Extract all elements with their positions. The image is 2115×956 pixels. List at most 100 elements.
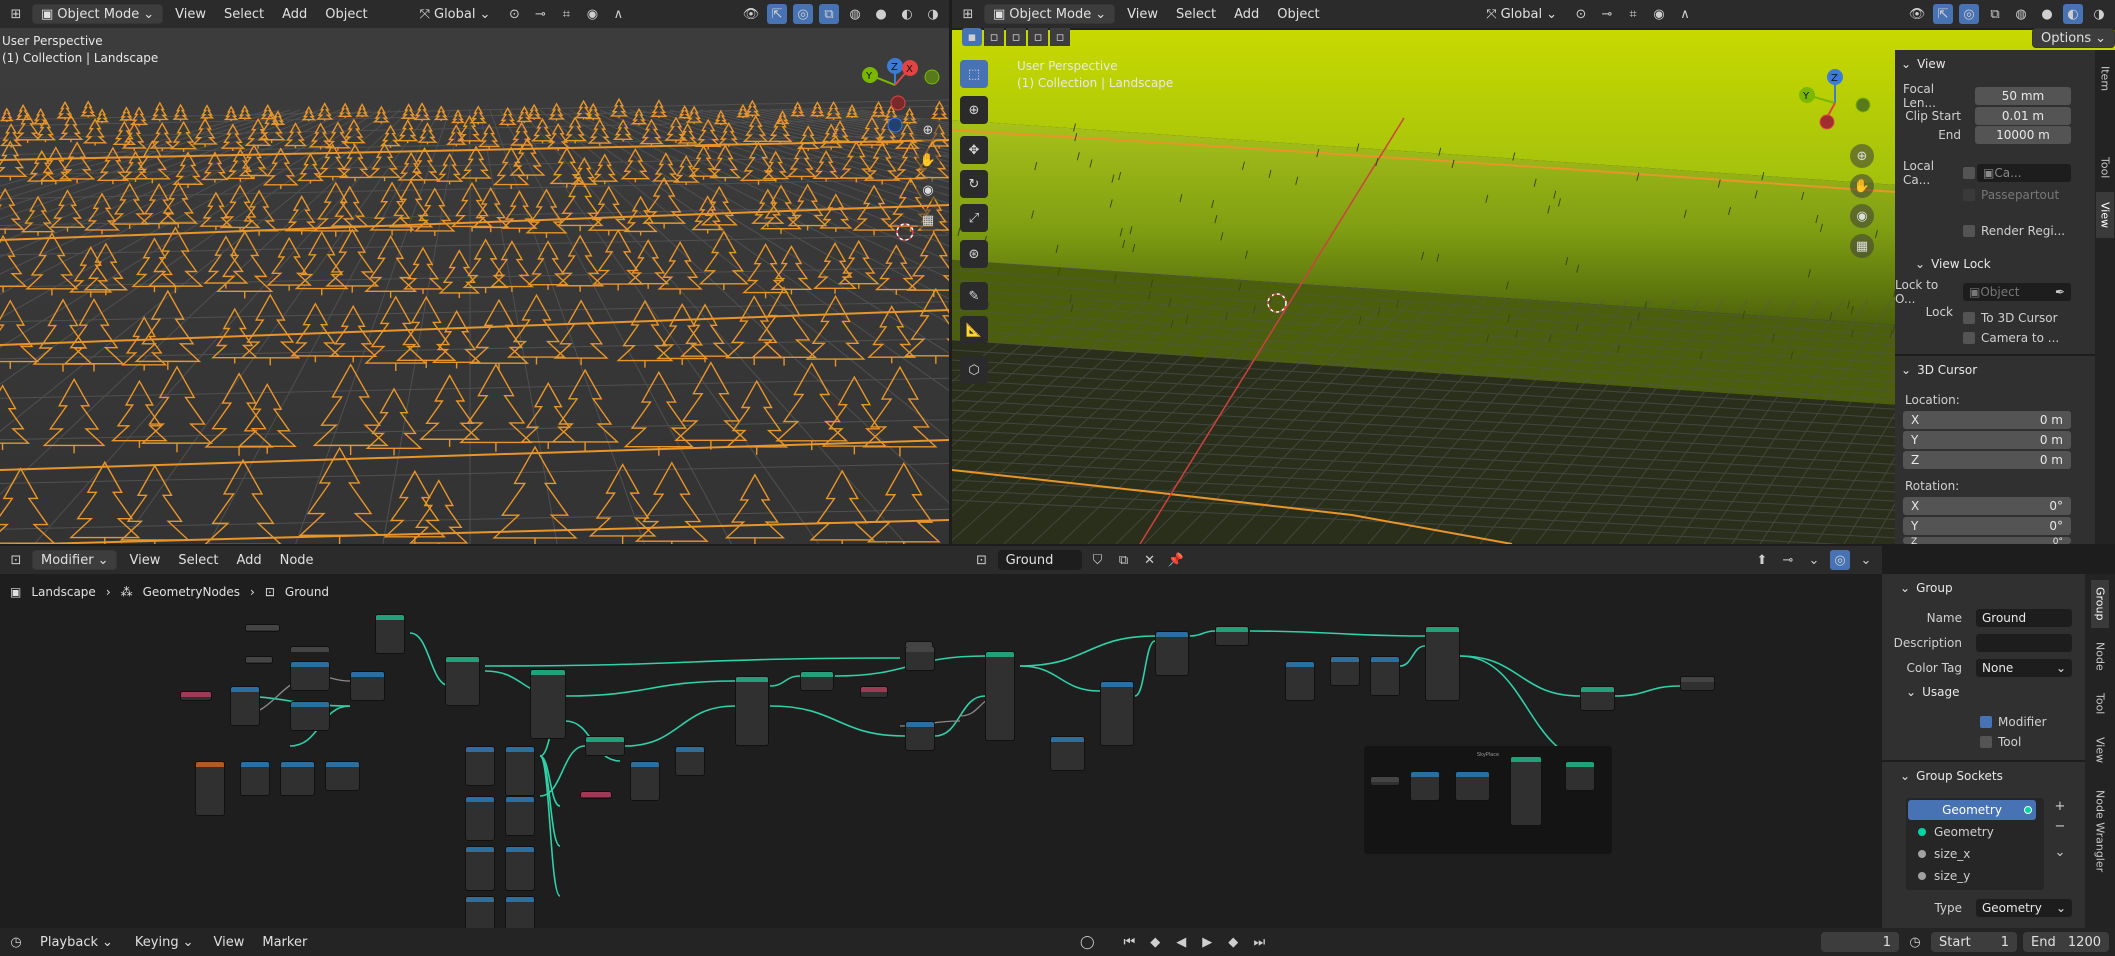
hand-pan-icon[interactable]: ✋: [1850, 174, 1874, 198]
rendered-shading-icon[interactable]: ◑: [2089, 4, 2109, 24]
transform-tool-icon[interactable]: ⊛: [960, 240, 988, 268]
socket-type-dropdown[interactable]: Geometry ⌄: [1976, 899, 2072, 917]
node[interactable]: [465, 746, 495, 786]
node-tree-type-selector[interactable]: Modifier ⌄: [32, 550, 118, 570]
tab-view[interactable]: View: [2096, 192, 2114, 238]
node[interactable]: [445, 656, 480, 706]
preview-range-icon[interactable]: ◷: [1905, 932, 1925, 952]
xray-icon[interactable]: ⧉: [1985, 4, 2005, 24]
cursor-rotation-y[interactable]: Y 0°: [1903, 517, 2071, 535]
color-tag-dropdown[interactable]: None ⌄: [1976, 659, 2072, 677]
scale-tool-icon[interactable]: ⤢: [960, 204, 988, 232]
tab-tool[interactable]: Tool: [2091, 684, 2109, 724]
tab-view[interactable]: View: [2091, 730, 2109, 770]
material-shading-icon[interactable]: ◐: [897, 4, 917, 24]
node[interactable]: [1580, 686, 1615, 711]
node[interactable]: [800, 671, 834, 691]
node[interactable]: [505, 896, 535, 928]
3d-cursor-header[interactable]: ⌄ 3D Cursor: [1901, 358, 1977, 382]
left-viewport[interactable]: User Perspective (1) Collection | Landsc…: [0, 0, 949, 544]
visibility-icon[interactable]: 👁: [1907, 4, 1927, 24]
breadcrumb-group[interactable]: Ground: [285, 585, 329, 599]
node[interactable]: [1100, 681, 1134, 746]
select-intersect-icon[interactable]: ▫: [1050, 28, 1070, 46]
solid-shading-icon[interactable]: ●: [871, 4, 891, 24]
node[interactable]: [465, 796, 495, 841]
play-icon[interactable]: ▶: [1197, 932, 1217, 952]
node[interactable]: [290, 646, 330, 652]
group-name-field[interactable]: Ground: [1976, 609, 2072, 627]
zoom-icon[interactable]: ⊕: [916, 118, 940, 142]
zoom-icon[interactable]: ⊕: [1850, 144, 1874, 168]
node[interactable]: [860, 686, 888, 698]
node[interactable]: [630, 761, 660, 801]
tab-node-wrangler[interactable]: Node Wrangler: [2091, 776, 2109, 886]
pivot-icon[interactable]: ⊙: [504, 4, 524, 24]
passepartout-checkbox[interactable]: [1963, 189, 1975, 201]
node[interactable]: [350, 671, 385, 701]
eyedropper-icon[interactable]: ✒: [2055, 285, 2065, 299]
menu-marker[interactable]: Marker: [256, 935, 313, 950]
current-frame-field[interactable]: 1: [1821, 932, 1899, 952]
node[interactable]: [1510, 756, 1542, 826]
node[interactable]: [1370, 656, 1400, 696]
menu-view[interactable]: View: [1121, 7, 1164, 22]
camera-icon[interactable]: ◉: [916, 178, 940, 202]
menu-select[interactable]: Select: [1170, 7, 1222, 22]
snap-menu-icon[interactable]: ⌄: [1804, 550, 1824, 570]
hand-pan-icon[interactable]: ✋: [916, 148, 940, 172]
tab-group[interactable]: Group: [2091, 580, 2109, 628]
overlay-menu-icon[interactable]: ⌄: [1856, 550, 1876, 570]
select-subtract-icon[interactable]: ▫: [1006, 28, 1026, 46]
measure-tool-icon[interactable]: 📐: [960, 316, 988, 344]
node[interactable]: [1370, 776, 1400, 786]
editor-type-icon[interactable]: ⊞: [6, 4, 26, 24]
node[interactable]: [375, 614, 405, 654]
node[interactable]: [505, 796, 535, 836]
jump-start-icon[interactable]: ⏮: [1119, 932, 1139, 952]
breadcrumb-modifier[interactable]: GeometryNodes: [143, 585, 240, 599]
overlay-toggle-icon[interactable]: ◎: [1830, 550, 1850, 570]
node[interactable]: [985, 651, 1015, 741]
node[interactable]: [465, 846, 495, 891]
node[interactable]: [505, 746, 535, 796]
proportional-edit-icon[interactable]: ◉: [1649, 4, 1669, 24]
node[interactable]: [905, 721, 935, 751]
clip-start-field[interactable]: 0.01 m: [1975, 107, 2071, 125]
node[interactable]: [325, 761, 360, 791]
snap-target-icon[interactable]: ⌗: [1623, 4, 1643, 24]
node[interactable]: [1455, 771, 1490, 801]
node[interactable]: [735, 676, 769, 746]
snap-icon[interactable]: ⊸: [1597, 4, 1617, 24]
cursor-location-z[interactable]: Z 0 m: [1903, 451, 2071, 469]
socket-menu-icon[interactable]: ⌄: [2050, 842, 2070, 862]
rendered-shading-icon[interactable]: ◑: [923, 4, 943, 24]
wireframe-shading-icon[interactable]: ◍: [845, 4, 865, 24]
pivot-icon[interactable]: ⊙: [1571, 4, 1591, 24]
options-dropdown[interactable]: Options ⌄: [2032, 28, 2115, 48]
snap-icon[interactable]: ⊸: [530, 4, 550, 24]
local-camera-field[interactable]: ▣ Ca...: [1977, 164, 2071, 182]
node[interactable]: [675, 746, 705, 776]
solid-shading-icon[interactable]: ●: [2037, 4, 2057, 24]
start-frame-field[interactable]: Start 1: [1931, 932, 2017, 952]
visibility-icon[interactable]: 👁: [741, 4, 761, 24]
node[interactable]: [195, 761, 225, 816]
group-section-header[interactable]: ⌄ Group: [1900, 576, 1953, 600]
menu-node[interactable]: Node: [274, 553, 320, 568]
node[interactable]: [585, 736, 625, 756]
node[interactable]: [1285, 661, 1315, 701]
tool-checkbox[interactable]: [1980, 736, 1992, 748]
node[interactable]: [240, 761, 270, 796]
editor-type-icon[interactable]: ⊡: [6, 550, 26, 570]
grid-ortho-icon[interactable]: ▦: [916, 208, 940, 232]
node[interactable]: [1565, 761, 1595, 791]
end-frame-field[interactable]: End 1200: [2023, 932, 2109, 952]
tab-node[interactable]: Node: [2091, 634, 2109, 678]
node[interactable]: [530, 669, 566, 739]
falloff-icon[interactable]: ∧: [1675, 4, 1695, 24]
tab-item[interactable]: Item: [2096, 54, 2114, 104]
node[interactable]: [505, 846, 535, 891]
xray-icon[interactable]: ⧉: [819, 4, 839, 24]
wireframe-shading-icon[interactable]: ◍: [2011, 4, 2031, 24]
